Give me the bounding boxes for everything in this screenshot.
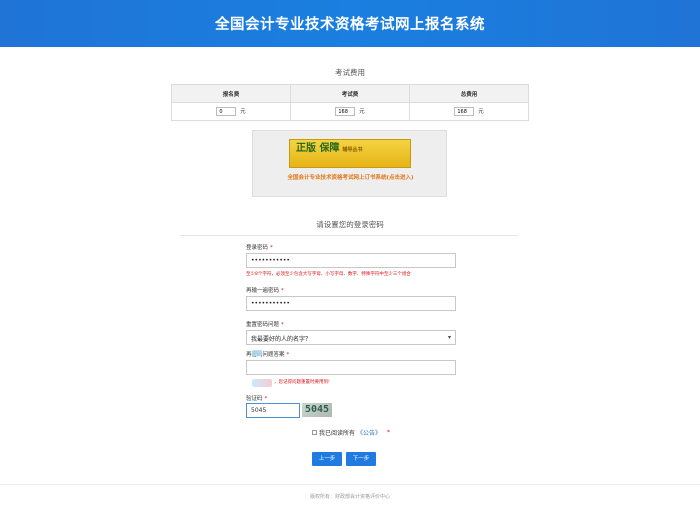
fee-header-row: 报名费 考试费 总费用	[171, 84, 529, 103]
confirm-password-label: 再输一遍密码 *	[246, 288, 284, 294]
book-order-link[interactable]: 全国会计专业技术资格考试网上订书系统(点击进入)	[253, 173, 448, 181]
fee-section-title: 考试费用	[335, 68, 365, 77]
exam-fee-field[interactable]	[335, 107, 356, 116]
announcement-link[interactable]: 《公告》	[357, 428, 381, 437]
registration-fee-field[interactable]	[216, 107, 237, 116]
password-section-title: 请设置您的登录密码	[316, 220, 384, 229]
book-order-banner[interactable]: 正版 保障 辅导丛书 全国会计专业技术资格考试网上订书系统(点击进入)	[252, 130, 447, 197]
answer-hint: ，您记得问题重置时要用到!	[274, 380, 330, 385]
fee-cell-registration: 元	[171, 102, 291, 121]
required-mark: *	[286, 352, 290, 358]
security-question-label: 重置密码问题 *	[246, 322, 284, 328]
banner-image[interactable]: 正版 保障 辅导丛书	[289, 139, 411, 168]
fee-header-registration: 报名费	[171, 84, 291, 103]
security-answer-input[interactable]	[246, 360, 456, 375]
dropdown-arrow-icon: ▾	[447, 334, 451, 341]
required-mark: *	[387, 429, 391, 436]
required-mark: *	[281, 322, 284, 328]
page-title: 全国会计专业技术资格考试网上报名系统	[215, 17, 485, 33]
login-password-input[interactable]: •••••••••••	[246, 253, 456, 268]
captcha-label: 验证码 *	[246, 396, 268, 402]
fee-cell-exam: 元	[290, 102, 410, 121]
redacted-mark	[252, 379, 272, 387]
fee-table: 报名费 考试费 总费用 元 元 元	[171, 84, 529, 121]
required-mark: *	[270, 245, 273, 251]
banner-image-subtext: 辅导丛书	[342, 147, 363, 153]
required-mark: *	[281, 288, 284, 294]
footer-copyright: 版权所有：财政部会计资格评价中心	[309, 494, 390, 500]
total-fee-field[interactable]	[454, 107, 475, 116]
fee-header-exam: 考试费	[290, 84, 410, 103]
agreement-text: 我已阅读所有	[319, 430, 356, 437]
captcha-image[interactable]: 5045	[302, 403, 332, 417]
section-divider	[180, 235, 518, 236]
login-password-label: 登录密码 *	[246, 245, 273, 251]
fee-value-row: 元 元 元	[171, 102, 529, 121]
fee-unit: 元	[478, 109, 484, 115]
confirm-password-input[interactable]: •••••••••••	[246, 296, 456, 311]
agreement-checkbox[interactable]	[312, 430, 317, 435]
page-header: 全国会计专业技术资格考试网上报名系统	[0, 0, 700, 47]
next-step-button[interactable]: 下一步	[346, 452, 376, 466]
banner-image-text: 正版 保障	[296, 143, 340, 154]
captcha-input[interactable]: 5045	[246, 403, 300, 418]
security-question-value: 我最要好的人的名字？	[251, 336, 312, 343]
fee-cell-total: 元	[409, 102, 529, 121]
redacted-mark	[252, 350, 262, 356]
agreement-row: 我已阅读所有 《公告》 *	[312, 428, 390, 437]
required-mark: *	[264, 396, 268, 402]
fee-header-total: 总费用	[409, 84, 529, 103]
fee-unit: 元	[359, 109, 365, 115]
fee-unit: 元	[240, 109, 246, 115]
prev-step-button[interactable]: 上一步	[312, 452, 342, 466]
security-question-select[interactable]: 我最要好的人的名字？ ▾	[246, 330, 456, 345]
password-hint: 至少8个字符，必须至少包含大写字母、小写字母、数字、特殊字符中至少三个组合	[246, 272, 411, 277]
footer-divider	[0, 484, 700, 485]
